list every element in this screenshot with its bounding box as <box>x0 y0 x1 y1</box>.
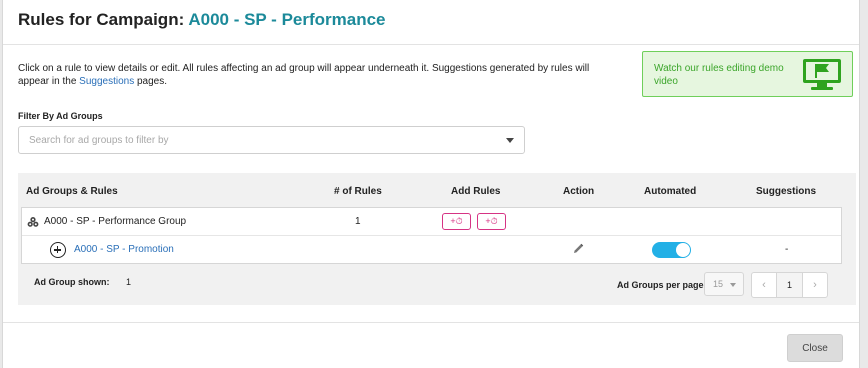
filter-label: Filter By Ad Groups <box>18 111 103 121</box>
close-button[interactable]: Close <box>787 334 843 362</box>
header-automated: Automated <box>644 186 697 197</box>
title-prefix: Rules for Campaign: <box>18 10 189 29</box>
prev-page-button[interactable]: ‹ <box>752 273 777 297</box>
ad-group-filter-select[interactable] <box>18 126 525 154</box>
ad-group-filter-input[interactable] <box>29 133 499 148</box>
modal-footer: Close <box>3 322 859 368</box>
ad-group-name: A000 - SP - Performance Group <box>44 216 187 227</box>
per-page-select[interactable]: 15 <box>704 272 744 296</box>
add-rule-button[interactable]: +⏱ <box>477 213 506 230</box>
modal-title: Rules for Campaign: A000 - SP - Performa… <box>18 10 859 30</box>
campaign-name: A000 - SP - Performance <box>188 10 386 29</box>
header-action: Action <box>563 186 595 197</box>
expand-rule-icon[interactable] <box>50 242 66 258</box>
automated-toggle[interactable] <box>652 242 691 258</box>
header-add-rules: Add Rules <box>451 186 501 197</box>
ad-groups-table: Ad Groups & Rules # of Rules Add Rules A… <box>18 173 856 305</box>
header-ad-groups: Ad Groups & Rules <box>26 186 118 197</box>
header-num-rules: # of Rules <box>334 186 382 197</box>
rules-count: 1 <box>355 216 361 227</box>
next-page-button[interactable]: › <box>802 273 827 297</box>
pagination: ‹ 1 › <box>751 272 828 298</box>
ad-group-shown-label: Ad Group shown: <box>34 277 110 287</box>
ad-group-icon <box>27 217 39 227</box>
rules-modal: Rules for Campaign: A000 - SP - Performa… <box>2 0 860 368</box>
header-suggestions: Suggestions <box>756 186 817 197</box>
add-rule-button[interactable]: +⏱ <box>442 213 471 230</box>
ad-group-shown-value: 1 <box>126 277 132 287</box>
per-page-value: 15 <box>713 279 724 289</box>
chevron-down-icon[interactable] <box>506 138 514 143</box>
chevron-down-icon <box>730 283 736 287</box>
rule-link[interactable]: A000 - SP - Promotion <box>74 244 174 255</box>
suggestions-link[interactable]: Suggestions <box>79 76 134 87</box>
watch-demo-text: Watch our rules editing demo video <box>654 63 784 87</box>
table-body: A000 - SP - Performance Group 1 +⏱ +⏱ A0… <box>21 207 842 264</box>
pencil-icon[interactable] <box>572 243 584 255</box>
monitor-flag-icon <box>803 59 841 90</box>
per-page-label: Ad Groups per page <box>617 280 704 290</box>
current-page-button[interactable]: 1 <box>777 273 802 297</box>
table-row: A000 - SP - Performance Group 1 +⏱ +⏱ <box>22 208 841 236</box>
watch-demo-button[interactable]: Watch our rules editing demo video <box>642 51 853 97</box>
intro-text-after: pages. <box>134 76 168 87</box>
suggestions-value: - <box>785 244 789 255</box>
modal-header: Rules for Campaign: A000 - SP - Performa… <box>3 0 859 45</box>
table-row: A000 - SP - Promotion - <box>22 236 841 264</box>
intro-text: Click on a rule to view details or edit.… <box>18 62 608 88</box>
toggle-knob <box>676 243 690 257</box>
